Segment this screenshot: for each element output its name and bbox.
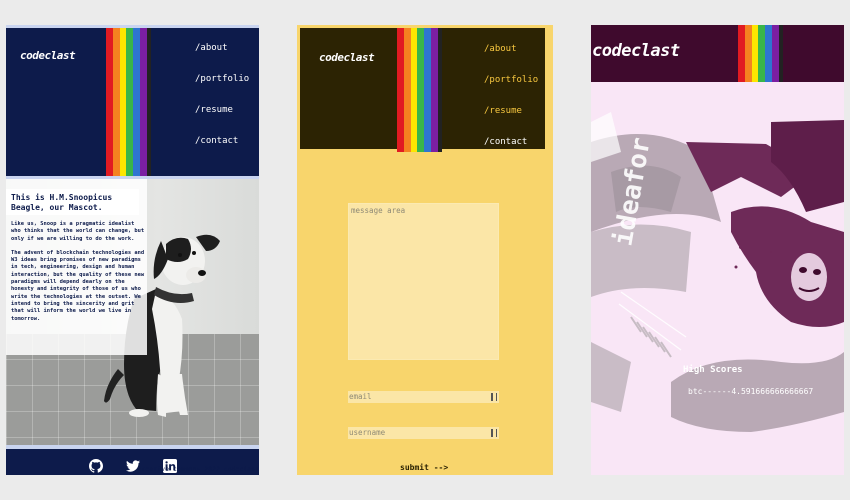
autofill-icon — [491, 429, 497, 437]
rainbow-stripe — [106, 28, 151, 176]
rainbow-band — [119, 28, 127, 176]
rainbow-band — [112, 28, 120, 176]
rainbow-band — [431, 28, 438, 152]
rainbow-band — [758, 25, 766, 82]
game-page-panel: codeclast ideafor High Scores btc------4… — [591, 25, 844, 475]
about-page-panel: codeclast /about /portfolio /resume /con… — [6, 25, 259, 475]
rainbow-band — [424, 28, 432, 152]
rainbow-band — [417, 28, 425, 152]
rainbow-band — [106, 28, 113, 176]
submit-button[interactable]: submit --> — [400, 463, 448, 472]
main-nav: /about /portfolio /resume /contact — [195, 41, 249, 165]
nav-link-contact[interactable]: /contact — [484, 135, 538, 166]
copyright-text: creative commons 2022 codeclast — [137, 465, 259, 473]
brand-logo[interactable]: codeclast — [319, 51, 375, 64]
nav-link-contact[interactable]: /contact — [195, 134, 249, 165]
contact-page-panel: codeclast /about /portfolio /resume /con… — [297, 25, 553, 475]
email-placeholder: email — [349, 392, 372, 401]
rainbow-band — [133, 28, 141, 176]
high-scores-title: High Scores — [683, 365, 743, 375]
rainbow-band — [126, 28, 134, 176]
nav-link-resume[interactable]: /resume — [484, 104, 538, 135]
message-placeholder: message area — [351, 206, 406, 215]
about-title: This is H.M.Snoopicus Beagle, our Mascot… — [11, 193, 113, 212]
rainbow-band — [738, 25, 745, 82]
site-header: codeclast — [591, 25, 844, 82]
rainbow-band — [778, 25, 783, 82]
collage-artwork: ideafor — [591, 112, 844, 432]
nav-link-about[interactable]: /about — [195, 41, 249, 72]
rainbow-band — [397, 28, 404, 152]
nav-link-portfolio[interactable]: /portfolio — [484, 73, 538, 104]
rainbow-band — [437, 28, 442, 152]
username-field[interactable]: username — [348, 427, 499, 439]
nav-link-resume[interactable]: /resume — [195, 103, 249, 134]
about-paragraph: The advent of blockchain technologies an… — [11, 249, 145, 322]
rainbow-band — [765, 25, 773, 82]
nav-link-about[interactable]: /about — [484, 42, 538, 73]
about-paragraph: Like us, Snoop is a pragmatic idealist w… — [11, 221, 145, 242]
github-icon[interactable] — [89, 459, 103, 473]
rainbow-band — [410, 28, 418, 152]
rainbow-stripe — [397, 28, 442, 152]
about-body: Like us, Snoop is a pragmatic idealist w… — [11, 221, 145, 330]
email-field[interactable]: email — [348, 391, 499, 403]
rainbow-band — [403, 28, 411, 152]
site-header: codeclast /about /portfolio /resume /con… — [6, 28, 259, 176]
username-placeholder: username — [349, 428, 386, 437]
brand-logo[interactable]: codeclast — [592, 41, 680, 61]
rainbow-band — [772, 25, 779, 82]
rainbow-band — [140, 28, 147, 176]
high-score-entry: btc------4.591666666666667 — [688, 387, 814, 396]
nav-link-portfolio[interactable]: /portfolio — [195, 72, 249, 103]
rainbow-band — [146, 28, 151, 176]
rainbow-band — [751, 25, 759, 82]
main-nav: /about /portfolio /resume /contact — [484, 42, 538, 166]
brand-logo[interactable]: codeclast — [20, 49, 76, 62]
message-textarea[interactable] — [348, 203, 499, 360]
autofill-icon — [491, 393, 497, 401]
rainbow-band — [744, 25, 752, 82]
rainbow-stripe — [738, 25, 783, 82]
